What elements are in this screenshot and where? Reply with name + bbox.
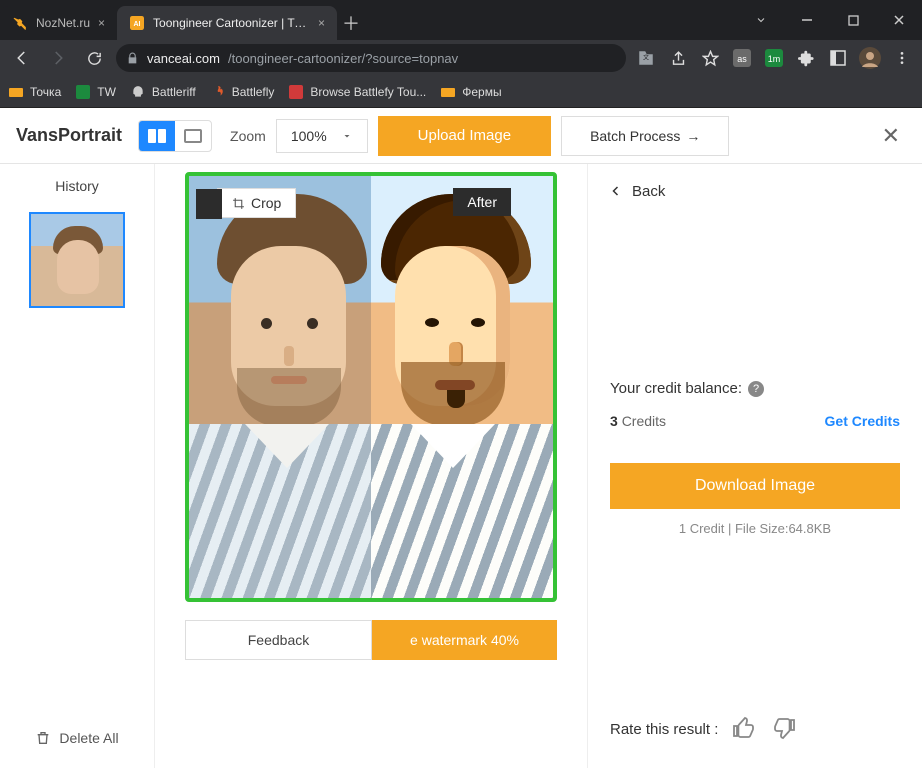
minimize-button[interactable] [784, 4, 830, 36]
maximize-button[interactable] [830, 4, 876, 36]
trash-icon [35, 730, 51, 746]
batch-process-button[interactable]: Batch Process → [561, 116, 729, 156]
bookmark-item[interactable]: Battleriff [130, 84, 196, 100]
history-sidebar: History Delete All [0, 164, 155, 768]
browser-tab-inactive[interactable]: NozNet.ru × [0, 6, 117, 40]
tab-title: Toongineer Cartoonizer | Turn Ph [153, 16, 310, 30]
folder-icon [8, 84, 24, 100]
chevron-left-icon [610, 182, 622, 200]
after-image [371, 176, 553, 598]
before-after-compare: Crop After [185, 172, 557, 602]
app-toolbar: VansPortrait Zoom 100% Upload Image Batc… [0, 108, 922, 164]
chevron-down-icon [341, 130, 353, 142]
svg-text:1m: 1m [768, 54, 781, 64]
crop-handle-icon [196, 189, 222, 219]
after-badge: After [453, 188, 511, 216]
single-view-button[interactable] [175, 121, 211, 151]
svg-text:AI: AI [134, 21, 141, 28]
rate-section: Rate this result : [610, 716, 900, 750]
zoom-select[interactable]: 100% [276, 119, 368, 153]
extension-icon[interactable] [794, 46, 818, 70]
ai-icon: AI [129, 15, 145, 31]
close-panel-button[interactable]: ✕ [876, 123, 906, 149]
url-path: /toongineer-cartoonizer/?source=topnav [228, 51, 458, 66]
thumbs-up-button[interactable] [732, 716, 758, 742]
sheet-icon [75, 84, 91, 100]
back-icon[interactable] [8, 44, 36, 72]
help-icon[interactable]: ? [748, 381, 764, 397]
history-label: History [55, 178, 99, 194]
svg-text:as: as [737, 54, 747, 64]
battlefy-icon [288, 84, 304, 100]
bookmark-item[interactable]: TW [75, 84, 116, 100]
bookmark-item[interactable]: Фермы [440, 84, 501, 100]
tab-title: NozNet.ru [36, 16, 90, 30]
delete-all-button[interactable]: Delete All [35, 730, 118, 754]
bookmark-item[interactable]: Точка [8, 84, 61, 100]
credit-balance-label: Your credit balance: ? [610, 380, 900, 397]
crop-icon [232, 197, 245, 210]
split-view-button[interactable] [139, 121, 175, 151]
close-icon[interactable]: × [98, 16, 105, 30]
download-meta: 1 Credit | File Size:64.8KB [610, 521, 900, 536]
share-icon[interactable] [666, 46, 690, 70]
get-credits-link[interactable]: Get Credits [825, 413, 900, 429]
folder-icon [440, 84, 456, 100]
feedback-button[interactable]: Feedback [185, 620, 372, 660]
skull-icon [130, 84, 146, 100]
rate-label: Rate this result : [610, 721, 718, 738]
close-window-button[interactable] [876, 4, 922, 36]
bookmark-item[interactable]: Browse Battlefy Tou... [288, 84, 426, 100]
brand-label: VansPortrait [16, 125, 122, 146]
upload-image-button[interactable]: Upload Image [378, 116, 551, 156]
zoom-value: 100% [291, 128, 327, 144]
before-image [189, 176, 371, 598]
window-titlebar: NozNet.ru × AI Toongineer Cartoonizer | … [0, 0, 922, 40]
url-host: vanceai.com [147, 51, 220, 66]
wrench-icon [12, 15, 28, 31]
star-icon[interactable] [698, 46, 722, 70]
page-content: VansPortrait Zoom 100% Upload Image Batc… [0, 108, 922, 768]
url-input[interactable]: vanceai.com/toongineer-cartoonizer/?sour… [116, 44, 626, 72]
view-toggle [138, 120, 212, 152]
chevron-down-icon[interactable] [738, 4, 784, 36]
new-tab-button[interactable]: ＋ [337, 9, 365, 37]
zoom-label: Zoom [230, 128, 266, 144]
sidepanel-icon[interactable] [826, 46, 850, 70]
translate-icon[interactable]: 文 [634, 46, 658, 70]
extension-badge-icon[interactable]: 1m [762, 46, 786, 70]
address-bar: vanceai.com/toongineer-cartoonizer/?sour… [0, 40, 922, 76]
bookmarks-bar: Точка TW Battleriff Battlefly Browse Bat… [0, 76, 922, 108]
lastfm-icon[interactable]: as [730, 46, 754, 70]
thumbs-down-button[interactable] [772, 716, 798, 742]
lock-icon [126, 52, 139, 65]
history-thumbnail[interactable] [29, 212, 125, 308]
arrow-right-icon: → [686, 128, 700, 144]
crop-button[interactable]: Crop [217, 188, 296, 218]
browser-tab-active[interactable]: AI Toongineer Cartoonizer | Turn Ph × [117, 6, 337, 40]
download-image-button[interactable]: Download Image [610, 463, 900, 509]
menu-icon[interactable] [890, 46, 914, 70]
editor-canvas: Crop After Feedback e watermark 40% [155, 164, 587, 768]
close-icon[interactable]: × [318, 16, 325, 30]
back-button[interactable]: Back [610, 182, 900, 200]
bookmark-item[interactable]: Battlefly [210, 84, 275, 100]
reload-icon[interactable] [80, 44, 108, 72]
credit-count: 3 Credits [610, 413, 666, 429]
flame-icon [210, 84, 226, 100]
right-panel: Back Your credit balance: ? 3 Credits Ge… [587, 164, 922, 768]
avatar-icon[interactable] [858, 46, 882, 70]
remove-watermark-button[interactable]: e watermark 40% [372, 620, 557, 660]
forward-icon[interactable] [44, 44, 72, 72]
